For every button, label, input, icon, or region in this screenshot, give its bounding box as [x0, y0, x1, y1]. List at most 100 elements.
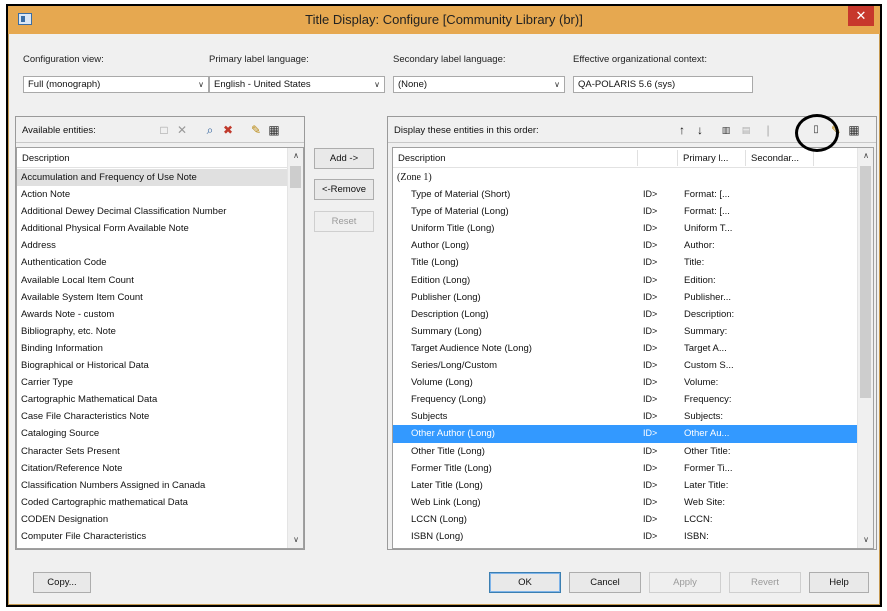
list-item[interactable]: Authentication Code [17, 254, 287, 271]
list-item[interactable]: Available System Item Count [17, 289, 287, 306]
label-id-icon: ID> [643, 274, 658, 285]
scroll-down-icon[interactable]: ∨ [288, 532, 303, 548]
scroll-down-icon[interactable]: ∨ [858, 532, 873, 548]
edit-pencil-icon[interactable]: ✎ [248, 122, 264, 138]
table-row[interactable]: Frequency (Long) ID> Frequency: [393, 391, 857, 408]
list-item[interactable]: CODEN Designation [17, 511, 287, 528]
add-button[interactable]: Add -> [314, 148, 374, 169]
zone-header-row[interactable]: (Zone 1) [393, 169, 857, 186]
help-button[interactable]: Help [809, 572, 869, 593]
list-item[interactable]: Additional Dewey Decimal Classification … [17, 203, 287, 220]
label-id-icon: ID> [643, 240, 658, 251]
list-item[interactable]: Carrier Type [17, 374, 287, 391]
configuration-view-dropdown[interactable]: Full (monograph) ∨ [23, 76, 209, 93]
scroll-thumb[interactable] [290, 166, 301, 188]
close-button[interactable]: ✕ [848, 6, 874, 26]
list-item[interactable]: Address [17, 237, 287, 254]
zone-icon[interactable]: ▥ [718, 122, 734, 138]
remove-filter-icon[interactable]: ✖ [220, 122, 236, 138]
table-row[interactable]: Type of Material (Short) ID> Format: [... [393, 186, 857, 203]
table-row[interactable]: Target Audience Note (Long) ID> Target A..… [393, 340, 857, 357]
label-id-icon: ID> [643, 411, 658, 422]
display-order-list[interactable]: Description Primary l... Secondar... (Zo… [392, 147, 874, 549]
entity-description: Other Author (Long) [411, 428, 495, 440]
table-row[interactable]: LCCN (Long) ID> LCCN: [393, 511, 857, 528]
remove-button[interactable]: <-Remove [314, 179, 374, 200]
table-row[interactable]: Volume (Long) ID> Volume: [393, 374, 857, 391]
revert-button[interactable]: Revert [729, 572, 801, 593]
list-item[interactable]: Binding Information [17, 340, 287, 357]
copy-button[interactable]: Copy... [33, 572, 91, 593]
list-item-label: Action Note [21, 189, 71, 201]
list-item[interactable]: Bibliography, etc. Note [17, 323, 287, 340]
properties-icon[interactable]: ▦ [846, 122, 862, 138]
apply-button[interactable]: Apply [649, 572, 721, 593]
display-order-caption: Display these entities in this order: [394, 125, 539, 136]
table-row[interactable]: Type of Material (Long) ID> Format: [... [393, 203, 857, 220]
reset-button[interactable]: Reset [314, 211, 374, 232]
list-item-label: Carrier Type [21, 377, 74, 389]
scroll-up-icon[interactable]: ∧ [288, 148, 303, 164]
list-item[interactable]: Accumulation and Frequency of Use Note [17, 169, 287, 187]
new-icon[interactable]: □ [156, 122, 172, 138]
move-up-icon[interactable]: ↑ [674, 122, 690, 138]
list-item[interactable]: Action Note [17, 186, 287, 203]
table-row[interactable]: ISBN (Long) ID> ISBN: [393, 528, 857, 545]
ok-button[interactable]: OK [489, 572, 561, 593]
cancel-button[interactable]: Cancel [569, 572, 641, 593]
scroll-up-icon[interactable]: ∧ [858, 148, 873, 164]
secondary-label-language-label: Secondary label language: [393, 54, 506, 65]
entity-description: Summary (Long) [411, 325, 482, 337]
entity-description: Title (Long) [411, 257, 459, 269]
table-row[interactable]: Summary (Long) ID> Summary: [393, 323, 857, 340]
table-row[interactable]: Description (Long) ID> Description: [393, 306, 857, 323]
primary-label: Edition: [684, 274, 716, 286]
properties-icon[interactable]: ▦ [266, 122, 282, 138]
table-row[interactable]: Title (Long) ID> Title: [393, 254, 857, 271]
list-item[interactable]: Classification Numbers Assigned in Canad… [17, 477, 287, 494]
zone-disabled-icon[interactable]: ▤ [738, 122, 754, 138]
delete-icon[interactable]: ✕ [174, 122, 190, 138]
primary-label: ISBN: [684, 530, 709, 542]
list-item[interactable]: Available Local Item Count [17, 272, 287, 289]
table-row[interactable]: Series/Long/Custom ID> Custom S... [393, 357, 857, 374]
list-item[interactable]: Cataloging Source [17, 425, 287, 442]
secondary-label-language-dropdown[interactable]: (None) ∨ [393, 76, 565, 93]
list-item[interactable]: Character Sets Present [17, 443, 287, 460]
configuration-view-label: Configuration view: [23, 54, 104, 65]
list-item-label: Biographical or Historical Data [21, 360, 149, 372]
list-item[interactable]: Cartographic Mathematical Data [17, 391, 287, 408]
table-row[interactable]: Web Link (Long) ID> Web Site: [393, 494, 857, 511]
table-row[interactable]: Publisher (Long) ID> Publisher... [393, 289, 857, 306]
table-row[interactable]: Author (Long) ID> Author: [393, 237, 857, 254]
table-row[interactable]: Uniform Title (Long) ID> Uniform T... [393, 220, 857, 237]
column-header-primary[interactable]: Primary l... [683, 153, 728, 164]
table-row[interactable]: Other Title (Long) ID> Other Title: [393, 443, 857, 460]
column-header-secondary[interactable]: Secondar... [751, 153, 799, 164]
display-order-scrollbar[interactable]: ∧ ∨ [857, 148, 873, 548]
list-item[interactable]: Citation/Reference Note [17, 460, 287, 477]
move-down-icon[interactable]: ↓ [692, 122, 708, 138]
available-entities-list[interactable]: Description Accumulation and Frequency o… [16, 147, 304, 549]
table-row[interactable]: Former Title (Long) ID> Former Ti... [393, 460, 857, 477]
column-header-description[interactable]: Description [22, 153, 70, 164]
column-header-description[interactable]: Description [398, 153, 446, 164]
label-id-icon: ID> [643, 479, 658, 490]
list-item[interactable]: Computer File Characteristics [17, 528, 287, 545]
scroll-thumb[interactable] [860, 166, 871, 398]
find-icon[interactable]: ⌕ [202, 122, 218, 138]
primary-label-language-dropdown[interactable]: English - United States ∨ [209, 76, 385, 93]
list-item[interactable]: Biographical or Historical Data [17, 357, 287, 374]
table-row[interactable]: Edition (Long) ID> Edition: [393, 272, 857, 289]
available-entities-scrollbar[interactable]: ∧ ∨ [287, 148, 303, 548]
label-id-icon: ID> [643, 291, 658, 302]
table-row[interactable]: Subjects ID> Subjects: [393, 408, 857, 425]
list-item[interactable]: Case File Characteristics Note [17, 408, 287, 425]
list-item[interactable]: Additional Physical Form Available Note [17, 220, 287, 237]
table-row[interactable]: Later Title (Long) ID> Later Title: [393, 477, 857, 494]
entity-description: Later Title (Long) [411, 479, 483, 491]
primary-label: Web Site: [684, 496, 726, 508]
list-item[interactable]: Coded Cartographic mathematical Data [17, 494, 287, 511]
list-item[interactable]: Awards Note - custom [17, 306, 287, 323]
table-row[interactable]: Other Author (Long) ID> Other Au... [393, 425, 857, 443]
